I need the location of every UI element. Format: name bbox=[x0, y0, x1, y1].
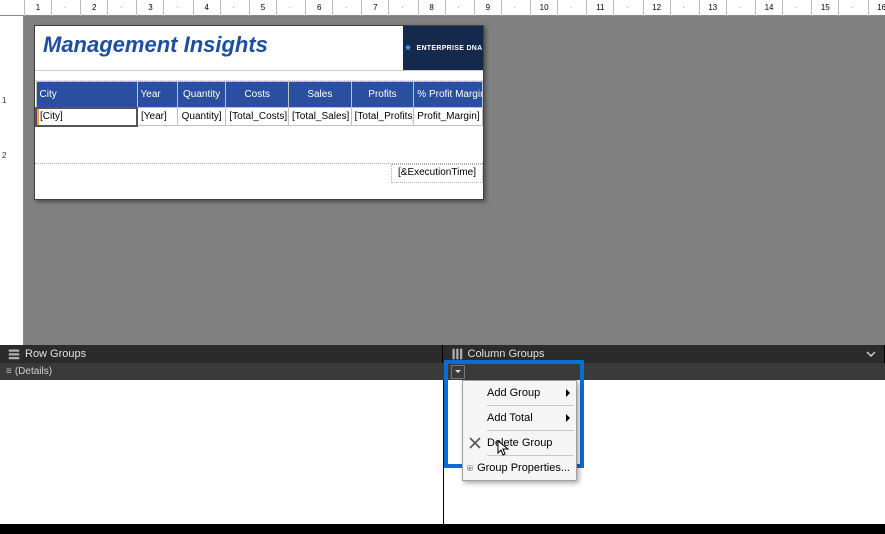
tablix[interactable]: City Year Quantity Costs Sales Profits %… bbox=[35, 81, 483, 127]
bottom-strip bbox=[0, 524, 885, 534]
delete-icon bbox=[467, 435, 483, 451]
column-groups-header[interactable]: Column Groups bbox=[443, 345, 885, 363]
chevron-down-icon[interactable] bbox=[866, 349, 876, 359]
brand-star-icon bbox=[403, 43, 413, 53]
group-context-menu: Add Group Add Total Delete Group Group P… bbox=[462, 380, 577, 481]
submenu-arrow-icon bbox=[566, 389, 570, 397]
report-page[interactable]: Management Insights ENTERPRISE DNA City … bbox=[34, 25, 484, 200]
cell-profits[interactable]: [Total_Profits] bbox=[351, 108, 414, 126]
menu-item-label: Add Total bbox=[487, 412, 562, 424]
menu-item-group-properties[interactable]: Group Properties... bbox=[463, 458, 576, 478]
panel-divider[interactable] bbox=[443, 380, 444, 524]
row-groups-icon bbox=[8, 348, 20, 360]
cell-margin[interactable]: Profit_Margin] bbox=[414, 108, 483, 126]
column-group-dropdown[interactable] bbox=[451, 365, 465, 379]
menu-item-label: Delete Group bbox=[487, 437, 570, 449]
column-groups-label: Column Groups bbox=[468, 348, 545, 360]
col-header-margin[interactable]: % Profit Margin bbox=[414, 82, 483, 108]
menu-item-delete-group[interactable]: Delete Group bbox=[463, 433, 576, 453]
menu-separator bbox=[487, 405, 574, 406]
chevron-down-icon bbox=[454, 368, 462, 376]
cell-sales[interactable]: [Total_Sales] bbox=[289, 108, 352, 126]
brand-logo: ENTERPRISE DNA bbox=[403, 26, 483, 70]
report-title[interactable]: Management Insights bbox=[35, 26, 403, 70]
menu-separator bbox=[487, 430, 574, 431]
properties-icon bbox=[467, 460, 473, 476]
cell-costs[interactable]: [Total_Costs] bbox=[226, 108, 289, 126]
column-group-area[interactable] bbox=[443, 363, 885, 380]
row-group-details[interactable]: (Details) bbox=[0, 363, 443, 380]
group-panel-header: Row Groups Column Groups bbox=[0, 345, 885, 363]
column-groups-icon bbox=[451, 348, 463, 360]
report-design-surface: 1· 2· 3· 4· 5· 6· 7· 8· 9· 10· 11· 12· 1… bbox=[0, 0, 885, 345]
cell-city[interactable]: [City] bbox=[36, 108, 137, 126]
ruler-vertical: 1 2 bbox=[0, 16, 24, 345]
tablix-detail-row: [City] [Year] Quantity] [Total_Costs] [T… bbox=[36, 108, 483, 126]
col-header-year[interactable]: Year bbox=[137, 82, 177, 108]
row-groups-label: Row Groups bbox=[25, 348, 86, 360]
col-header-profits[interactable]: Profits bbox=[351, 82, 414, 108]
cell-quantity[interactable]: Quantity] bbox=[177, 108, 225, 126]
col-header-costs[interactable]: Costs bbox=[226, 82, 289, 108]
menu-item-label: Group Properties... bbox=[477, 462, 570, 474]
col-header-city[interactable]: City bbox=[36, 82, 137, 108]
menu-item-label: Add Group bbox=[487, 387, 562, 399]
col-header-sales[interactable]: Sales bbox=[289, 82, 352, 108]
group-panel-body: (Details) bbox=[0, 363, 885, 380]
report-footer: [&ExecutionTime] bbox=[35, 163, 483, 183]
execution-time-field[interactable]: [&ExecutionTime] bbox=[391, 164, 483, 183]
menu-item-add-total[interactable]: Add Total bbox=[463, 408, 576, 428]
ruler-horizontal: 1· 2· 3· 4· 5· 6· 7· 8· 9· 10· 11· 12· 1… bbox=[0, 0, 885, 16]
brand-logo-text: ENTERPRISE DNA bbox=[416, 45, 482, 52]
col-header-quantity[interactable]: Quantity bbox=[177, 82, 225, 108]
tablix-header-row: City Year Quantity Costs Sales Profits %… bbox=[36, 82, 483, 108]
menu-item-add-group[interactable]: Add Group bbox=[463, 383, 576, 403]
details-group-label: (Details) bbox=[6, 366, 52, 377]
menu-separator bbox=[487, 455, 574, 456]
submenu-arrow-icon bbox=[566, 414, 570, 422]
cell-year[interactable]: [Year] bbox=[137, 108, 177, 126]
row-groups-header[interactable]: Row Groups bbox=[0, 345, 443, 363]
